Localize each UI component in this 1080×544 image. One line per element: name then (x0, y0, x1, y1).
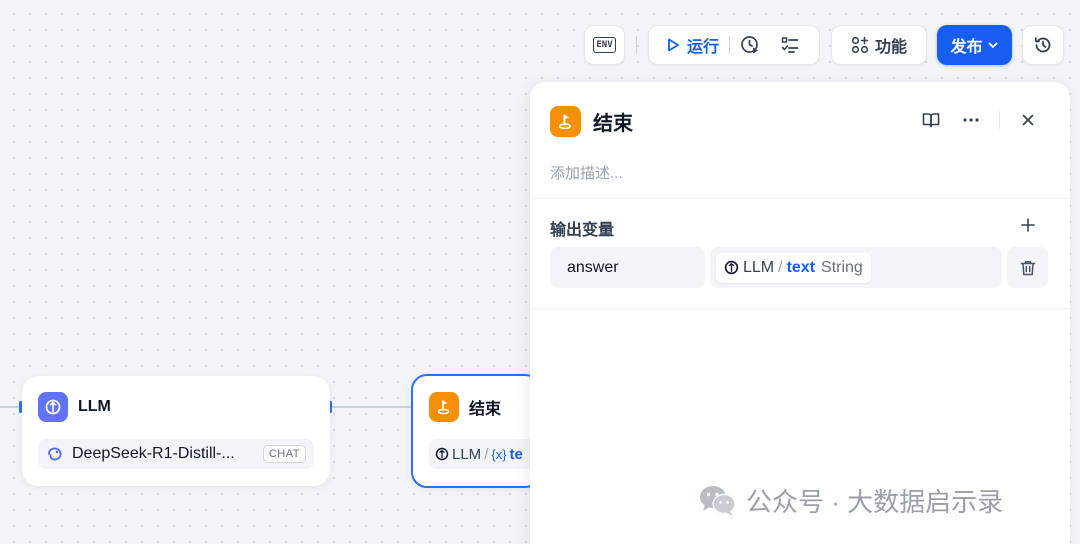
model-mode-badge: CHAT (262, 445, 306, 463)
description-input[interactable]: 添加描述... (550, 162, 623, 183)
history-icon (1034, 37, 1051, 53)
publish-button[interactable]: 发布 (937, 25, 1012, 65)
panel-actions-divider (999, 111, 1000, 129)
chevron-down-icon (988, 42, 997, 48)
delete-output-variable-button[interactable] (1007, 247, 1048, 288)
run-button[interactable]: 运行 (649, 26, 729, 64)
edge-llm-to-end (331, 406, 413, 408)
ref-variable-type: String (821, 258, 863, 276)
run-button-group: 运行 (648, 25, 820, 65)
panel-node-icon (550, 106, 581, 137)
ref-slash: / (778, 258, 783, 276)
edge-into-llm (0, 406, 20, 408)
llm-small-icon (435, 447, 449, 461)
end-var-source: LLM (452, 445, 482, 463)
llm-model-selector[interactable]: DeepSeek-R1-Distill-... CHAT (38, 439, 314, 469)
llm-node-icon (38, 392, 68, 422)
output-variables-title: 输出变量 (550, 222, 615, 239)
end-var-slash: / (484, 445, 489, 463)
close-panel-button[interactable] (1016, 108, 1040, 132)
outputs-divider (530, 308, 1070, 309)
end-node-header: 结束 (429, 392, 501, 422)
trash-icon (1020, 260, 1035, 275)
flag-finish-icon (437, 400, 450, 415)
watermark-text: 公众号 · 大数据启示录 (746, 487, 1004, 517)
features-button[interactable]: 功能 (831, 25, 927, 65)
ref-source-node: LLM (743, 258, 775, 276)
panel-header: 结束 (550, 106, 633, 137)
features-label: 功能 (874, 39, 907, 56)
llm-model-name: DeepSeek-R1-Distill-... (72, 445, 235, 462)
add-output-variable-button[interactable] (1018, 215, 1038, 235)
node-config-panel: 结束 添加描述... 输出变量 answer LLM / text String (530, 82, 1070, 544)
clock-play-icon (741, 36, 759, 54)
output-variable-name-input[interactable]: answer (550, 247, 705, 288)
end-node[interactable]: 结束 LLM / {x} te (411, 374, 549, 488)
llm-node-header: LLM (38, 392, 111, 422)
flag-finish-icon (558, 114, 572, 130)
ref-variable-name: text (786, 258, 816, 276)
wechat-icon (700, 485, 736, 516)
book-open-icon (922, 113, 940, 128)
run-history-button[interactable] (730, 26, 770, 64)
end-node-icon (429, 392, 459, 422)
features-icon (851, 36, 869, 54)
header-divider (530, 198, 1070, 199)
panel-title[interactable]: 结束 (593, 107, 633, 136)
run-label: 运行 (687, 39, 720, 56)
more-horizontal-icon (963, 118, 979, 122)
llm-node-title: LLM (78, 398, 111, 415)
llm-node[interactable]: LLM DeepSeek-R1-Distill-... CHAT (22, 376, 330, 486)
checklist-button[interactable] (770, 26, 810, 64)
deepseek-model-icon (48, 447, 62, 461)
end-node-title: 结束 (469, 401, 502, 418)
play-icon (668, 38, 679, 52)
watermark: 公众号 · 大数据启示录 (698, 482, 1003, 519)
llm-small-icon (724, 260, 739, 275)
more-options-button[interactable] (959, 108, 983, 132)
end-var-name: te (509, 445, 523, 463)
help-docs-button[interactable] (919, 108, 943, 132)
llm-icon (45, 399, 61, 415)
panel-actions (919, 108, 1040, 132)
checklist-icon (781, 37, 799, 53)
version-history-button[interactable] (1022, 25, 1064, 65)
environment-variables-button[interactable]: ENV (584, 25, 625, 65)
plus-icon (1021, 218, 1035, 232)
publish-label: 发布 (950, 39, 983, 56)
toolbar-divider (636, 36, 637, 54)
env-icon: ENV (593, 37, 616, 53)
close-icon (1022, 114, 1034, 126)
output-variable-reference-selector[interactable]: LLM / text String (710, 247, 1002, 288)
variable-brace-icon: {x} (491, 446, 507, 462)
variable-reference-chip: LLM / text String (716, 252, 871, 283)
